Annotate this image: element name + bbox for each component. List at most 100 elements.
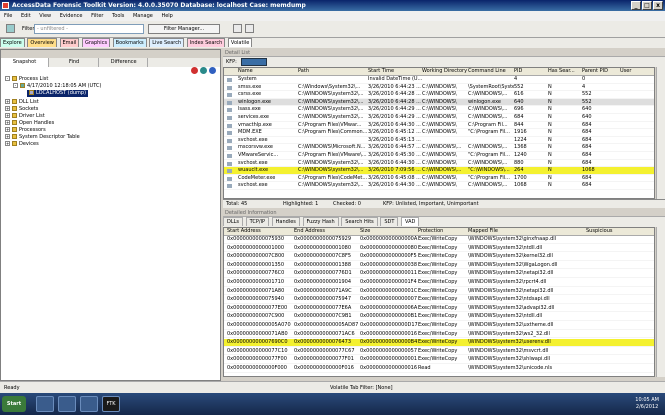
vad-row[interactable]: 0x00000000000077E00 0x0000000000077E6A 0x0… — [224, 305, 654, 313]
col-start-address[interactable]: Start Address — [227, 228, 293, 236]
table-row[interactable]: svchost.exe 3/26/2010 6:45:13 ... 1224 N 684 — [224, 137, 654, 145]
menu-manage[interactable]: Manage — [133, 13, 153, 19]
tree-item-timestamp[interactable]: -4/17/2010 12:18:05 AM (UTC) — [13, 83, 101, 90]
app-icon[interactable] — [80, 396, 98, 412]
tab-handles[interactable]: Handles — [271, 217, 300, 226]
collapse-icon[interactable]: - — [13, 83, 18, 88]
col-user[interactable]: User — [620, 68, 654, 76]
col-has-search[interactable]: Has Sear... — [548, 68, 582, 76]
table-row[interactable]: lsass.exe C:\WINDOWS\system32\... 3/26/201… — [224, 106, 654, 114]
col-end-address[interactable]: End Address — [294, 228, 360, 236]
menu-tools[interactable]: Tools — [112, 13, 124, 19]
powershell-icon[interactable] — [58, 396, 76, 412]
kfp-filter-buttons[interactable] — [241, 58, 267, 66]
table-row[interactable]: VMwareServic... C:\Program Files\VMware\.… — [224, 152, 654, 160]
vad-row[interactable]: 0x00000000000077C10 0x00000000000077C67 0x… — [224, 348, 654, 356]
tab-graphics[interactable]: Graphics — [81, 38, 111, 47]
table-row[interactable]: csrss.exe C:\WINDOWS\system32\... 3/26/201… — [224, 91, 654, 99]
col-parent-pid[interactable]: Parent PID — [582, 68, 620, 76]
layout-icon[interactable] — [245, 24, 254, 33]
tab-difference[interactable]: Difference — [100, 58, 149, 67]
vad-row[interactable]: 0x0000000000000F000 0x0000000000000F016 0x… — [224, 365, 654, 373]
vad-row[interactable]: 0x000000000007C900 0x000000000007C9B1 0x00… — [224, 313, 654, 321]
expand-icon[interactable]: + — [5, 127, 10, 132]
menu-file[interactable]: File — [4, 13, 12, 19]
filter-manager-button[interactable]: Filter Manager... — [148, 24, 220, 34]
table-row[interactable]: CodeMeter.exe C:\Program Files\CodeMet...… — [224, 175, 654, 183]
refresh-icon[interactable] — [200, 67, 207, 74]
filter-select[interactable]: - unfiltered - — [34, 24, 144, 34]
tab-snapshot[interactable]: Snapshot — [1, 58, 49, 67]
explorer-icon[interactable] — [36, 396, 54, 412]
tab-dlls[interactable]: DLLs — [223, 217, 244, 226]
col-size[interactable]: Size — [360, 228, 418, 236]
tree-item-devices[interactable]: + Devices — [5, 141, 39, 148]
tab-find[interactable]: Find — [51, 58, 99, 67]
tab-volatile[interactable]: Volatile — [227, 38, 253, 47]
vad-row[interactable]: 0x00000000000077F00 0x00000000000077F01 0x… — [224, 356, 654, 364]
collapse-icon[interactable]: - — [5, 76, 10, 81]
col-mapped-file[interactable]: Mapped File — [468, 228, 584, 236]
tab-index-search[interactable]: Index Search — [186, 38, 226, 47]
vad-row[interactable]: 0x00000000000005A070 0x00000000000005AD87… — [224, 322, 654, 330]
tab-email[interactable]: Email — [59, 38, 80, 47]
table-row[interactable]: wuauclt.exe C:\WINDOWS\system32\... 3/26/2… — [224, 167, 654, 175]
expand-icon[interactable]: + — [5, 141, 10, 146]
tree-item-open-handles[interactable]: + Open Handles — [5, 120, 54, 127]
table-row[interactable]: smss.exe C:\Windows\System32\... 3/26/2010… — [224, 84, 654, 92]
vad-row[interactable]: 0x0000000000001000 0x0000000000001080 0x00… — [224, 245, 654, 253]
tab-explore[interactable]: Explore — [0, 38, 25, 47]
tree-item-processors[interactable]: + Processors — [5, 127, 46, 134]
table-row[interactable]: MDM.EXE C:\Program Files\Common... 3/26/20… — [224, 129, 654, 137]
tab-tcpip[interactable]: TCP/IP — [245, 217, 270, 226]
vad-row[interactable]: 0x000000000007690C0 0x0000000000076473 0x0… — [224, 339, 654, 347]
expand-icon[interactable]: + — [5, 99, 10, 104]
tab-vad[interactable]: VAD — [401, 217, 420, 226]
tree-item-process-list[interactable]: - Process List — [5, 76, 48, 83]
table-row[interactable]: winlogon.exe C:\WINDOWS\system32\... 3/26/… — [224, 98, 654, 107]
expand-icon[interactable]: + — [5, 134, 10, 139]
ftk-taskbar-button[interactable]: FTK — [102, 396, 120, 412]
connect-icon[interactable] — [209, 67, 216, 74]
tab-live-search[interactable]: Live Search — [149, 38, 185, 47]
col-working-directory[interactable]: Working Directory — [422, 68, 468, 76]
expand-icon[interactable]: + — [5, 120, 10, 125]
tree-item-sdt[interactable]: + System Descriptor Table — [5, 134, 80, 141]
col-command-line[interactable]: Command Line — [468, 68, 514, 76]
menu-view[interactable]: View — [39, 13, 51, 19]
minimize-button[interactable]: _ — [631, 1, 641, 10]
col-path[interactable]: Path — [298, 68, 368, 76]
tab-overview[interactable]: Overview — [27, 38, 57, 47]
tree-item-localhost[interactable]: LOCALHOST (dump) — [27, 90, 89, 97]
menu-help[interactable]: Help — [161, 13, 172, 19]
col-start-time[interactable]: Start Time — [368, 68, 422, 76]
expand-icon[interactable]: + — [5, 113, 10, 118]
vad-row[interactable]: 0x0000000000001710 0x0000000000001904 0x00… — [224, 279, 654, 287]
vad-row[interactable]: 0x0000000000071A80 0x0000000000071A9C 0x00… — [224, 288, 654, 296]
tree-item-sockets[interactable]: + Sockets — [5, 106, 38, 113]
menu-evidence[interactable]: Evidence — [60, 13, 83, 19]
tree-item-dll-list[interactable]: + DLL List — [5, 99, 39, 106]
tab-sdt[interactable]: SDT — [380, 217, 399, 226]
menu-edit[interactable]: Edit — [21, 13, 31, 19]
record-icon[interactable] — [191, 67, 198, 74]
maximize-button[interactable]: □ — [642, 1, 652, 10]
col-pid[interactable]: PID — [514, 68, 548, 76]
tab-bookmarks[interactable]: Bookmarks — [112, 38, 147, 47]
tab-search-hits[interactable]: Search Hits — [341, 217, 378, 226]
tab-fuzzy-hash[interactable]: Fuzzy Hash — [302, 217, 339, 226]
table-row[interactable]: svchost.exe C:\WINDOWS\system32\... 3/26/2… — [224, 160, 654, 168]
start-button[interactable]: Start — [2, 396, 26, 412]
expand-icon[interactable]: + — [5, 106, 10, 111]
close-button[interactable]: x — [653, 1, 663, 10]
table-row[interactable]: mscorsvw.exe C:\WINDOWS\Microsoft.N... 3/2… — [224, 144, 654, 152]
vad-row[interactable]: 0x0000000000075930 0x0000000000075929 0x00… — [224, 236, 654, 244]
vad-row[interactable]: 0x0000000000075940 0x0000000000075947 0x00… — [224, 296, 654, 304]
vad-row[interactable]: 0x00000000000776C0 0x00000000000776D1 0x00… — [224, 270, 654, 278]
table-row[interactable]: vmacthlp.exe C:\Program Files\VMwar... 3/2… — [224, 122, 654, 130]
table-row[interactable]: services.exe C:\WINDOWS\system32\... 3/26/… — [224, 114, 654, 122]
vad-row[interactable]: 0x00000000000071AB0 0x00000000000071AC6 0x… — [224, 331, 654, 339]
col-suspicious[interactable]: Suspicious — [586, 228, 646, 236]
table-row[interactable]: System Invalid DateTime (U... 4 0 — [224, 76, 654, 84]
print-icon[interactable] — [233, 24, 242, 33]
